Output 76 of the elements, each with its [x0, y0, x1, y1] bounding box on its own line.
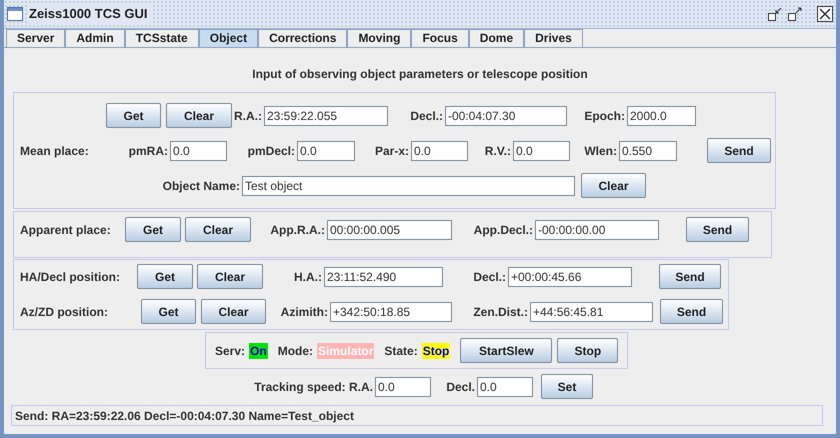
field-label: App.R.A.:: [269, 222, 325, 238]
status-label: State:: [384, 342, 418, 360]
field-label: Wlen:: [583, 142, 617, 160]
input-field[interactable]: 0.0: [170, 140, 227, 160]
clear-button[interactable]: Clear: [197, 264, 263, 289]
field-label: Azimith:: [280, 304, 328, 320]
input-field[interactable]: 0.0: [477, 376, 533, 396]
send-button[interactable]: Send: [707, 138, 771, 163]
input-field[interactable]: -00:04:07.30: [445, 106, 567, 126]
input-field[interactable]: -00:00:00.00: [535, 220, 659, 240]
status-indicator: Stop: [422, 342, 450, 358]
get-button[interactable]: Get: [106, 103, 161, 128]
maximize-icon[interactable]: [787, 6, 803, 22]
send-button[interactable]: Send: [660, 299, 723, 324]
input-field[interactable]: 23:59:22.055: [264, 106, 388, 126]
field-label: pmDecl:: [246, 142, 295, 160]
field-label: pmRA:: [128, 142, 168, 160]
input-field[interactable]: 23:11:52.490: [324, 266, 443, 286]
start-slew-button[interactable]: StartSlew: [460, 338, 552, 363]
input-field[interactable]: 0.0: [513, 140, 570, 160]
clear-button[interactable]: Clear: [581, 173, 646, 198]
get-button[interactable]: Get: [137, 264, 193, 289]
input-field[interactable]: 00:00:00.005: [327, 220, 452, 240]
field-label: H.A.:: [293, 268, 322, 286]
clear-button[interactable]: Clear: [201, 299, 266, 324]
input-field[interactable]: 0.0: [411, 140, 468, 160]
input-field[interactable]: 0.0: [375, 376, 431, 396]
tab[interactable]: Server: [6, 29, 66, 47]
status-indicator: Simulator: [317, 342, 374, 358]
field-label: Mean place:: [20, 142, 90, 160]
field-label: Par-x:: [374, 142, 409, 160]
send-button[interactable]: Send: [686, 217, 749, 242]
field-label: Object Name:: [162, 178, 240, 194]
get-button[interactable]: Get: [141, 299, 196, 324]
tab[interactable]: Object: [198, 29, 258, 47]
tab[interactable]: Corrections: [258, 29, 348, 47]
status-label: Serv:: [215, 342, 246, 360]
field-label: Epoch:: [583, 108, 625, 124]
tab[interactable]: Admin: [65, 29, 125, 47]
tab[interactable]: Focus: [411, 29, 469, 47]
field-label: R.A.:: [234, 108, 262, 124]
field-label: Zen.Dist.:: [472, 304, 528, 320]
input-field[interactable]: Test object: [242, 176, 575, 196]
field-label: R.V.:: [484, 142, 511, 160]
tab[interactable]: Moving: [347, 29, 412, 47]
tab[interactable]: Dome: [468, 29, 524, 47]
get-button[interactable]: Get: [125, 217, 181, 242]
close-icon[interactable]: [817, 6, 833, 22]
clear-button[interactable]: Clear: [185, 217, 251, 242]
input-field[interactable]: 0.550: [619, 140, 677, 160]
input-field[interactable]: +00:00:45.66: [508, 266, 632, 286]
stop-button[interactable]: Stop: [557, 338, 618, 363]
status-label: Mode:: [278, 342, 314, 360]
heading: Input of observing object parameters or telescope position: [252, 66, 588, 83]
send-button[interactable]: Send: [659, 264, 721, 289]
status-indicator: On: [249, 342, 268, 358]
window-title: Zeiss1000 TCS GUI: [29, 4, 152, 24]
input-field[interactable]: 0.0: [297, 140, 355, 160]
field-label: HA/Decl position:: [20, 268, 122, 286]
minimize-icon[interactable]: [767, 6, 783, 22]
field-label: Apparent place:: [20, 222, 112, 238]
field-label: Decl.: [445, 378, 475, 396]
set-button[interactable]: Set: [541, 374, 593, 399]
field-label: App.Decl.:: [472, 222, 533, 238]
field-label: Az/ZD position:: [20, 304, 109, 320]
tab[interactable]: Drives: [524, 29, 583, 47]
clear-button[interactable]: Clear: [166, 103, 232, 128]
input-field[interactable]: +342:50:18.85: [330, 302, 452, 322]
input-field[interactable]: +44:56:45.81: [530, 302, 653, 322]
field-label: Decl.:: [472, 268, 506, 286]
input-field[interactable]: 2000.0: [627, 106, 696, 126]
status-message: Send: RA=23:59:22.06 Decl=-00:04:07.30 Name=Test_object: [15, 408, 354, 424]
field-label: Decl.:: [409, 108, 443, 124]
tab[interactable]: TCSstate: [124, 29, 199, 47]
window-icon: [7, 6, 23, 22]
field-label: Tracking speed: R.A.: [253, 378, 373, 396]
